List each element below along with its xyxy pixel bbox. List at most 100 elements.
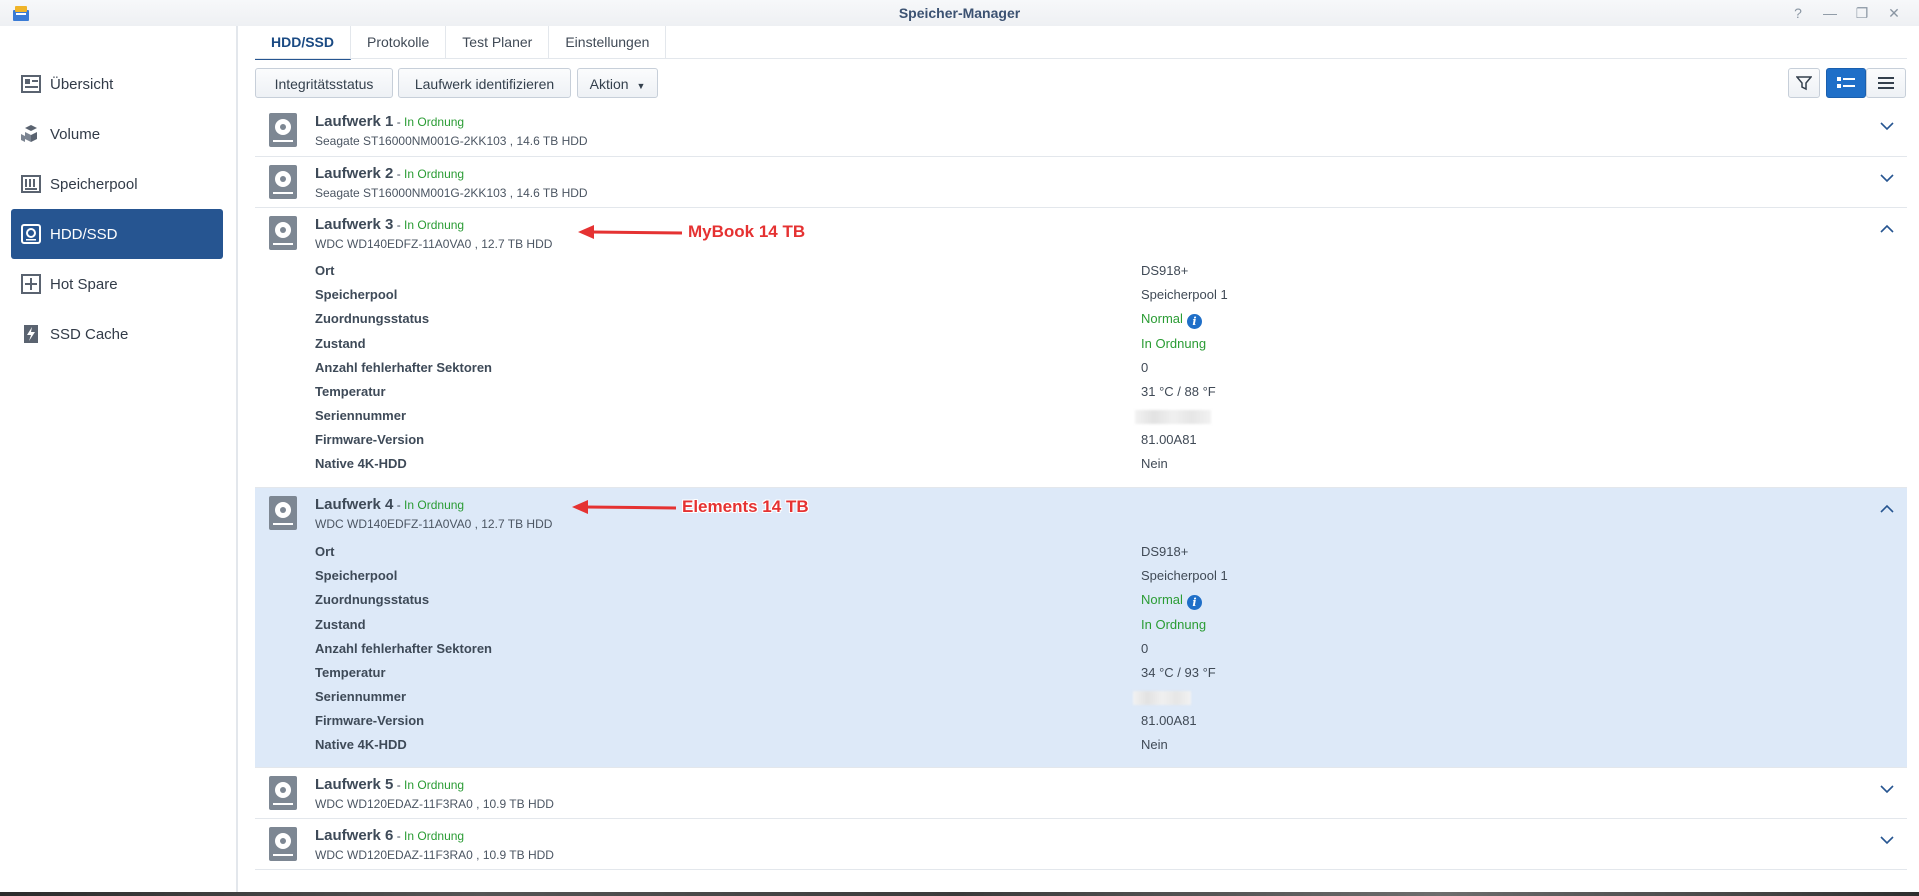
sidebar-item-overview[interactable]: Übersicht: [11, 59, 223, 109]
annotation-arrow-icon: [572, 500, 677, 514]
sidebar-item-ssd-cache[interactable]: SSD Cache: [11, 309, 223, 359]
tab-bar: HDD/SSD Protokolle Test Planer Einstellu…: [255, 26, 667, 60]
chevron-up-icon[interactable]: [1879, 221, 1895, 237]
sidebar: Übersicht Volume Speicherpool HDD/SSD Ho…: [0, 26, 238, 896]
detail-row-bad-sectors: Anzahl fehlerhafter Sektoren 0: [315, 360, 1149, 375]
drive-model: Seagate ST16000NM001G-2KK103 , 14.6 TB H…: [315, 186, 588, 200]
detail-view-button[interactable]: [1826, 68, 1866, 98]
hdd-icon: [269, 827, 297, 861]
tab-test-planer[interactable]: Test Planer: [446, 26, 550, 58]
chevron-down-icon[interactable]: [1879, 118, 1895, 134]
drive-name: Laufwerk 1: [315, 113, 394, 130]
detail-row-firmware: Firmware-Version 81.00A81: [315, 432, 1197, 447]
title-bar: Speicher-Manager ? — ❐ ✕: [0, 0, 1919, 26]
window-title: Speicher-Manager: [898, 5, 1021, 21]
storage-pool-icon: [20, 173, 42, 195]
volume-icon: [20, 123, 42, 145]
sidebar-item-hot-spare[interactable]: Hot Spare: [11, 259, 223, 309]
drive-row[interactable]: Laufwerk 2 - In Ordnung Seagate ST16000N…: [255, 157, 1907, 208]
overview-icon: [20, 73, 42, 95]
drive-title: Laufwerk 4 - In Ordnung: [315, 496, 465, 513]
drive-model: WDC WD140EDFZ-11A0VA0 , 12.7 TB HDD: [315, 517, 553, 531]
close-icon[interactable]: ✕: [1883, 3, 1905, 23]
action-label: Aktion: [589, 76, 629, 92]
identify-drive-button[interactable]: Laufwerk identifizieren: [398, 68, 571, 98]
drive-row[interactable]: Laufwerk 1 - In Ordnung Seagate ST16000N…: [255, 105, 1907, 157]
help-icon[interactable]: ?: [1787, 3, 1809, 23]
drive-row[interactable]: Laufwerk 5 - In Ordnung WDC WD120EDAZ-11…: [255, 768, 1907, 819]
info-icon[interactable]: i: [1186, 595, 1202, 610]
drive-name: Laufwerk 3: [315, 216, 394, 233]
action-dropdown-button[interactable]: Aktion ▼: [577, 68, 658, 98]
chevron-down-icon[interactable]: [1879, 781, 1895, 797]
detail-row-firmware: Firmware-Version 81.00A81: [315, 713, 1197, 728]
detail-row-temperature: Temperatur 34 °C / 93 °F: [315, 665, 1216, 680]
drive-name: Laufwerk 4: [315, 496, 394, 513]
detail-row-location: Ort DS918+: [315, 263, 1189, 278]
detail-row-serial: Seriennummer: [315, 408, 1211, 424]
detail-row-temperature: Temperatur 31 °C / 88 °F: [315, 384, 1216, 399]
tab-einstellungen[interactable]: Einstellungen: [549, 26, 667, 58]
hdd-icon: [269, 496, 297, 530]
detail-row-native4k: Native 4K-HDD Nein: [315, 456, 1168, 471]
sidebar-item-hdd-ssd[interactable]: HDD/SSD: [11, 209, 223, 259]
sidebar-item-label: Hot Spare: [50, 275, 118, 293]
maximize-icon[interactable]: ❐: [1851, 3, 1873, 23]
detail-row-serial: Seriennummer: [315, 689, 1191, 705]
detail-row-pool: Speicherpool Speicherpool 1: [315, 568, 1228, 583]
drive-model: WDC WD120EDAZ-11F3RA0 , 10.9 TB HDD: [315, 848, 554, 862]
drive-row-expanded[interactable]: Laufwerk 3 - In Ordnung WDC WD140EDFZ-11…: [255, 208, 1907, 488]
drive-row-expanded-selected[interactable]: Laufwerk 4 - In Ordnung WDC WD140EDFZ-11…: [255, 488, 1907, 768]
filter-icon: [1796, 76, 1812, 91]
tab-protokolle[interactable]: Protokolle: [351, 26, 447, 58]
drive-status: In Ordnung: [404, 829, 465, 843]
drive-model: Seagate ST16000NM001G-2KK103 , 14.6 TB H…: [315, 134, 588, 148]
info-icon[interactable]: i: [1186, 314, 1202, 329]
drive-model: WDC WD140EDFZ-11A0VA0 , 12.7 TB HDD: [315, 237, 553, 251]
drive-status: In Ordnung: [404, 167, 465, 181]
chevron-down-icon[interactable]: [1879, 170, 1895, 186]
drive-title: Laufwerk 2 - In Ordnung: [315, 165, 465, 182]
hdd-icon: [269, 165, 297, 199]
sidebar-item-label: Volume: [50, 125, 101, 143]
integrity-status-button[interactable]: Integritätsstatus: [255, 68, 393, 98]
drive-status: In Ordnung: [404, 115, 465, 129]
hot-spare-icon: [20, 273, 42, 295]
detail-row-location: Ort DS918+: [315, 544, 1189, 559]
redacted-serial: [1135, 409, 1211, 424]
list-icon: [1878, 77, 1894, 89]
caret-down-icon: ▼: [636, 81, 646, 91]
annotation-elements: Elements 14 TB: [682, 497, 809, 516]
drive-title: Laufwerk 3 - In Ordnung: [315, 216, 465, 233]
drive-row[interactable]: Laufwerk 6 - In Ordnung WDC WD120EDAZ-11…: [255, 819, 1907, 870]
list-view-button[interactable]: [1866, 68, 1906, 98]
drive-title: Laufwerk 1 - In Ordnung: [315, 113, 465, 130]
detail-row-pool: Speicherpool Speicherpool 1: [315, 287, 1228, 302]
detail-list-icon: [1837, 77, 1855, 88]
drive-title: Laufwerk 6 - In Ordnung: [315, 827, 465, 844]
hdd-icon: [269, 113, 297, 147]
hdd-icon: [20, 223, 42, 245]
sidebar-item-label: Speicherpool: [50, 175, 138, 193]
detail-row-bad-sectors: Anzahl fehlerhafter Sektoren 0: [315, 641, 1149, 656]
sidebar-item-storage-pool[interactable]: Speicherpool: [11, 159, 223, 209]
tab-divider: [255, 58, 1907, 59]
chevron-down-icon[interactable]: [1879, 832, 1895, 848]
drive-title: Laufwerk 5 - In Ordnung: [315, 776, 465, 793]
sidebar-item-label: Übersicht: [50, 75, 114, 93]
tab-hdd-ssd[interactable]: HDD/SSD: [255, 26, 352, 60]
redacted-serial: [1133, 690, 1191, 705]
drive-status: In Ordnung: [404, 778, 465, 792]
detail-row-native4k: Native 4K-HDD Nein: [315, 737, 1168, 752]
detail-row-health: Zustand In Ordnung: [315, 336, 1207, 351]
sidebar-item-volume[interactable]: Volume: [11, 109, 223, 159]
drive-name: Laufwerk 2: [315, 165, 394, 182]
drive-name: Laufwerk 5: [315, 776, 394, 793]
drive-status: In Ordnung: [404, 218, 465, 232]
minimize-icon[interactable]: —: [1819, 3, 1841, 23]
chevron-up-icon[interactable]: [1879, 501, 1895, 517]
ssd-cache-icon: [20, 323, 42, 345]
drive-name: Laufwerk 6: [315, 827, 394, 844]
filter-button[interactable]: [1788, 68, 1820, 98]
annotation-arrow-icon: [578, 225, 683, 239]
